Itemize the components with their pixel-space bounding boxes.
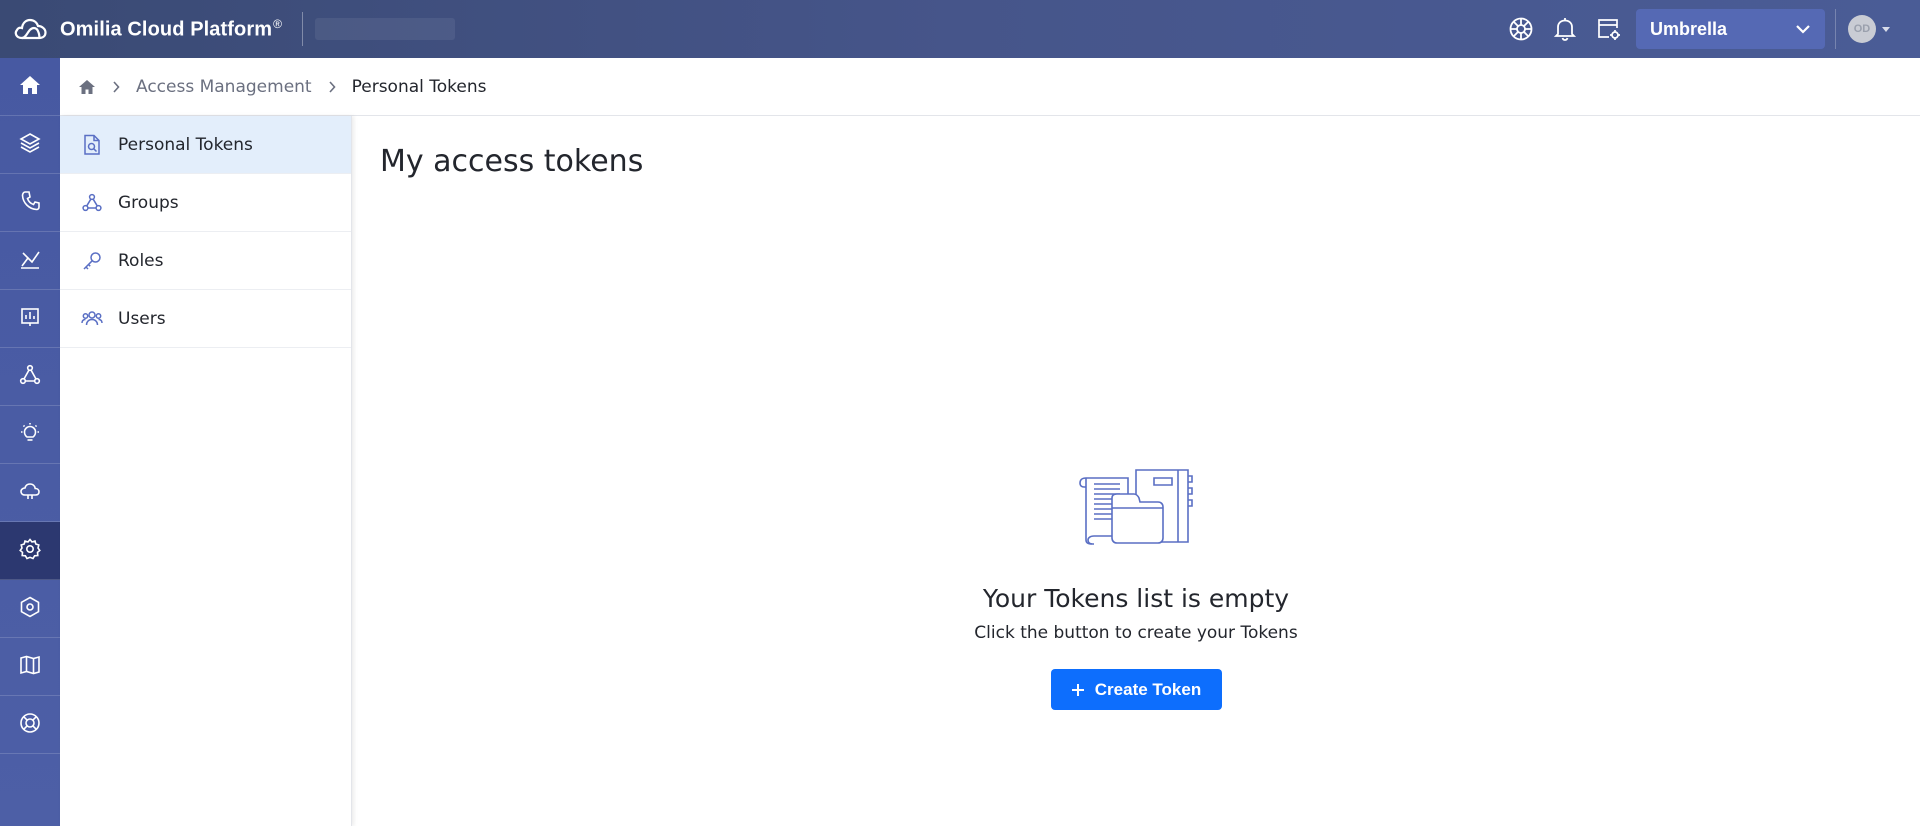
bell-icon[interactable] xyxy=(1550,14,1580,44)
rail-item-analytics[interactable] xyxy=(0,232,60,290)
rail-item-home[interactable] xyxy=(0,58,60,116)
rail-item-cloud[interactable] xyxy=(0,464,60,522)
sidebar-item-users[interactable]: Users xyxy=(60,290,351,348)
breadcrumb-home-icon[interactable] xyxy=(78,79,96,95)
gear-icon xyxy=(19,537,41,564)
avatar: OD xyxy=(1848,15,1876,43)
documents-illustration-icon xyxy=(1076,466,1196,546)
user-menu[interactable]: OD xyxy=(1848,15,1890,43)
map-icon xyxy=(19,655,41,679)
rail-item-network[interactable] xyxy=(0,348,60,406)
sidebar-item-label: Users xyxy=(118,308,166,329)
rail-item-layers[interactable] xyxy=(0,116,60,174)
settings-wheel-icon[interactable] xyxy=(1506,14,1536,44)
empty-state-title: Your Tokens list is empty xyxy=(982,584,1290,613)
organization-select[interactable]: Umbrella xyxy=(1636,9,1825,49)
rail-item-insights[interactable] xyxy=(0,406,60,464)
cloud-logo-icon xyxy=(12,11,48,47)
brand[interactable]: Omilia Cloud Platform® xyxy=(0,0,282,58)
blurred-workspace-label xyxy=(315,18,456,40)
plus-icon xyxy=(1071,683,1085,697)
hex-gear-icon xyxy=(19,596,41,622)
brand-name: Omilia Cloud Platform® xyxy=(60,16,283,41)
rail-item-settings[interactable] xyxy=(0,522,60,580)
chevron-right-icon xyxy=(328,80,336,93)
main-content: My access tokens Your Tokens list is emp… xyxy=(352,116,1920,826)
registered-mark: ® xyxy=(273,16,283,31)
sidebar-item-label: Roles xyxy=(118,250,164,271)
empty-state: Your Tokens list is empty Click the butt… xyxy=(352,466,1920,710)
main-navigation-rail xyxy=(0,58,60,826)
calendar-settings-icon[interactable] xyxy=(1594,14,1624,44)
rail-item-reports[interactable] xyxy=(0,290,60,348)
token-icon xyxy=(80,133,104,157)
breadcrumb-current: Personal Tokens xyxy=(351,76,487,97)
sidebar-item-label: Personal Tokens xyxy=(118,134,253,155)
breadcrumb-access-management[interactable]: Access Management xyxy=(136,77,312,97)
sidebar-item-roles[interactable]: Roles xyxy=(60,232,351,290)
sidebar-item-personal-tokens[interactable]: Personal Tokens xyxy=(60,116,351,174)
page-title: My access tokens xyxy=(380,144,644,179)
cloud-icon xyxy=(19,481,41,505)
sidebar-item-groups[interactable]: Groups xyxy=(60,174,351,232)
network-icon xyxy=(19,364,41,390)
users-icon xyxy=(80,307,104,331)
lightbulb-icon xyxy=(19,422,41,448)
rail-item-phone[interactable] xyxy=(0,174,60,232)
access-management-sidebar: Personal Tokens Groups Roles Users xyxy=(60,116,352,826)
caret-down-icon xyxy=(1882,26,1890,32)
layers-icon xyxy=(19,132,41,158)
reports-icon xyxy=(20,307,40,331)
home-icon xyxy=(19,75,41,99)
rail-item-support[interactable] xyxy=(0,696,60,754)
chevron-down-icon xyxy=(1795,24,1811,34)
top-right-controls: Umbrella OD xyxy=(1492,0,1920,58)
chevron-right-icon xyxy=(112,80,120,93)
top-divider xyxy=(1835,9,1836,49)
breadcrumb: Access Management Personal Tokens xyxy=(60,58,1920,116)
top-bar: Omilia Cloud Platform® Umbrella OD xyxy=(0,0,1920,58)
help-icon xyxy=(19,712,41,738)
analytics-icon xyxy=(19,249,41,273)
organization-select-value: Umbrella xyxy=(1650,18,1728,39)
empty-state-subtitle: Click the button to create your Tokens xyxy=(974,623,1298,643)
groups-icon xyxy=(80,191,104,215)
create-token-button[interactable]: Create Token xyxy=(1050,669,1222,710)
key-icon xyxy=(80,249,104,273)
create-token-label: Create Token xyxy=(1094,679,1202,699)
sidebar-item-label: Groups xyxy=(118,192,179,213)
rail-item-docs[interactable] xyxy=(0,638,60,696)
brand-divider xyxy=(302,12,304,46)
phone-icon xyxy=(20,190,40,216)
rail-item-integrations[interactable] xyxy=(0,580,60,638)
